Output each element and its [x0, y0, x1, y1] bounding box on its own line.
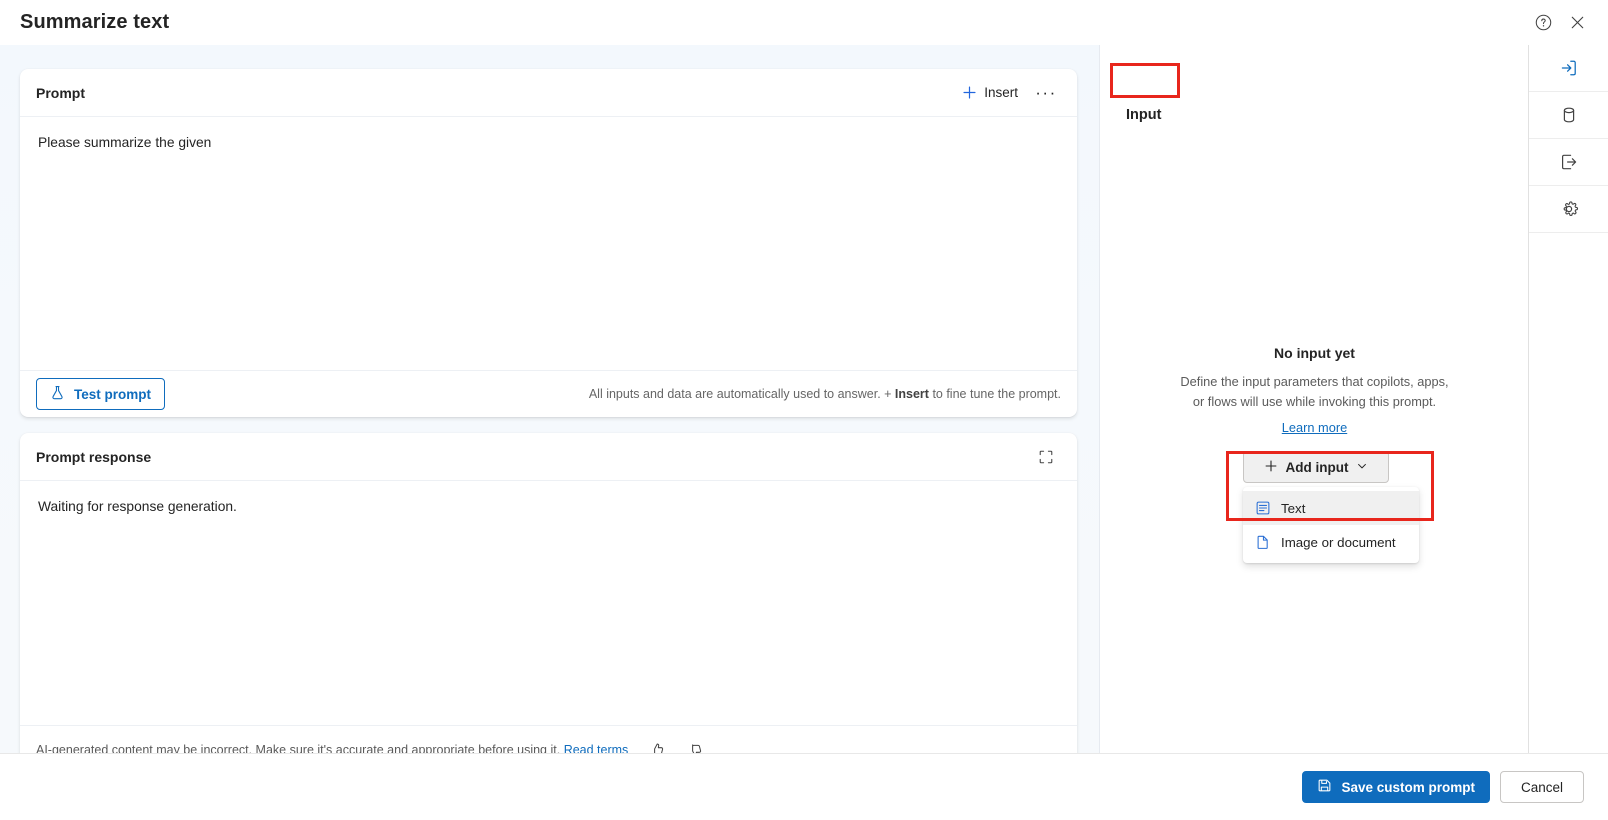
response-text: Waiting for response generation.: [38, 499, 237, 514]
empty-state-title: No input yet: [1274, 345, 1355, 361]
database-icon: [1563, 107, 1574, 123]
prompt-footer-note: All inputs and data are automatically us…: [589, 387, 1061, 401]
close-icon: [1571, 16, 1583, 29]
footer-note-bold: Insert: [894, 387, 929, 401]
rail-item-settings[interactable]: [1529, 186, 1608, 233]
footer-note-before: All inputs and data are automatically us…: [588, 387, 895, 401]
help-icon: [1535, 14, 1551, 31]
learn-more-link[interactable]: Learn more: [1282, 418, 1347, 438]
add-input-menu: Text Image or document: [1243, 487, 1419, 563]
menu-item-image-label: Image or document: [1281, 534, 1396, 550]
dialog-summarize-text: Summarize text Prompt Insert ··· Please …: [0, 0, 1608, 820]
right-icon-rail: [1529, 45, 1608, 753]
menu-item-text[interactable]: Text: [1243, 491, 1419, 525]
ellipsis-icon: ···: [1035, 83, 1057, 102]
page-title: Summarize text: [20, 11, 170, 33]
rail-items: [1529, 45, 1608, 233]
add-input-label: Add input: [1285, 459, 1349, 475]
save-custom-prompt-label: Save custom prompt: [1341, 779, 1475, 795]
close-button[interactable]: [1560, 6, 1594, 40]
text-lines-icon: [1255, 500, 1271, 516]
insert-button-label: Insert: [984, 85, 1018, 100]
insert-button[interactable]: Insert: [953, 78, 1027, 108]
empty-state-desc-line2: or flows will use while invoking this pr…: [1192, 393, 1437, 409]
dialog-titlebar: Summarize text: [0, 0, 1608, 45]
menu-item-image-or-document[interactable]: Image or document: [1243, 525, 1419, 559]
save-custom-prompt-button[interactable]: Save custom prompt: [1302, 771, 1490, 803]
rail-item-output[interactable]: [1529, 139, 1608, 186]
prompt-text-editor[interactable]: Please summarize the given: [20, 117, 1077, 369]
document-icon: [1255, 534, 1271, 550]
test-prompt-label: Test prompt: [74, 386, 151, 402]
response-card-header: Prompt response: [20, 433, 1077, 481]
test-prompt-button[interactable]: Test prompt: [36, 378, 165, 410]
prompt-card: Prompt Insert ··· Please summarize the g…: [20, 69, 1077, 417]
response-card-title: Prompt response: [36, 448, 152, 465]
plus-icon: [962, 85, 977, 100]
prompt-response-card: Prompt response Waiting for response gen…: [20, 433, 1077, 773]
expand-icon: [1039, 450, 1053, 463]
expand-response-button[interactable]: [1031, 442, 1061, 472]
prompt-card-title: Prompt: [36, 84, 85, 101]
gear-icon: [1563, 201, 1578, 216]
more-options-button[interactable]: ···: [1031, 78, 1061, 108]
add-input-area: Add input Text Image or document: [1243, 451, 1493, 563]
cancel-label: Cancel: [1520, 779, 1563, 795]
cancel-button[interactable]: Cancel: [1499, 771, 1584, 803]
save-disk-icon: [1317, 778, 1332, 796]
empty-state-desc-line1: Define the input parameters that copilot…: [1180, 374, 1449, 389]
empty-state-description: Define the input parameters that copilot…: [1100, 372, 1529, 437]
input-panel-heading: Input: [1126, 107, 1162, 123]
rail-item-data[interactable]: [1529, 92, 1608, 139]
arrow-into-box-icon: [1561, 60, 1576, 76]
arrow-out-of-box-icon: [1561, 154, 1576, 170]
left-pane: Prompt Insert ··· Please summarize the g…: [0, 45, 1100, 773]
chevron-down-icon: [1356, 460, 1368, 475]
response-body: Waiting for response generation.: [20, 481, 1077, 709]
plus-icon: [1264, 459, 1278, 476]
menu-item-text-label: Text: [1281, 500, 1306, 516]
help-button[interactable]: [1526, 6, 1560, 40]
dialog-action-bar: Save custom prompt Cancel: [0, 753, 1608, 820]
prompt-card-footer: Test prompt All inputs and data are auto…: [20, 370, 1077, 417]
prompt-text: Please summarize the given: [38, 135, 212, 150]
add-input-button[interactable]: Add input: [1243, 451, 1389, 483]
prompt-card-header: Prompt Insert ···: [20, 69, 1077, 117]
rail-item-input[interactable]: [1529, 45, 1608, 92]
input-panel: Input No input yet Define the input para…: [1100, 45, 1529, 753]
flask-icon: [50, 385, 65, 404]
footer-note-after: to fine tune the prompt.: [928, 387, 1061, 401]
dialog-content: Prompt Insert ··· Please summarize the g…: [0, 45, 1608, 773]
input-empty-state: No input yet Define the input parameters…: [1100, 345, 1529, 437]
